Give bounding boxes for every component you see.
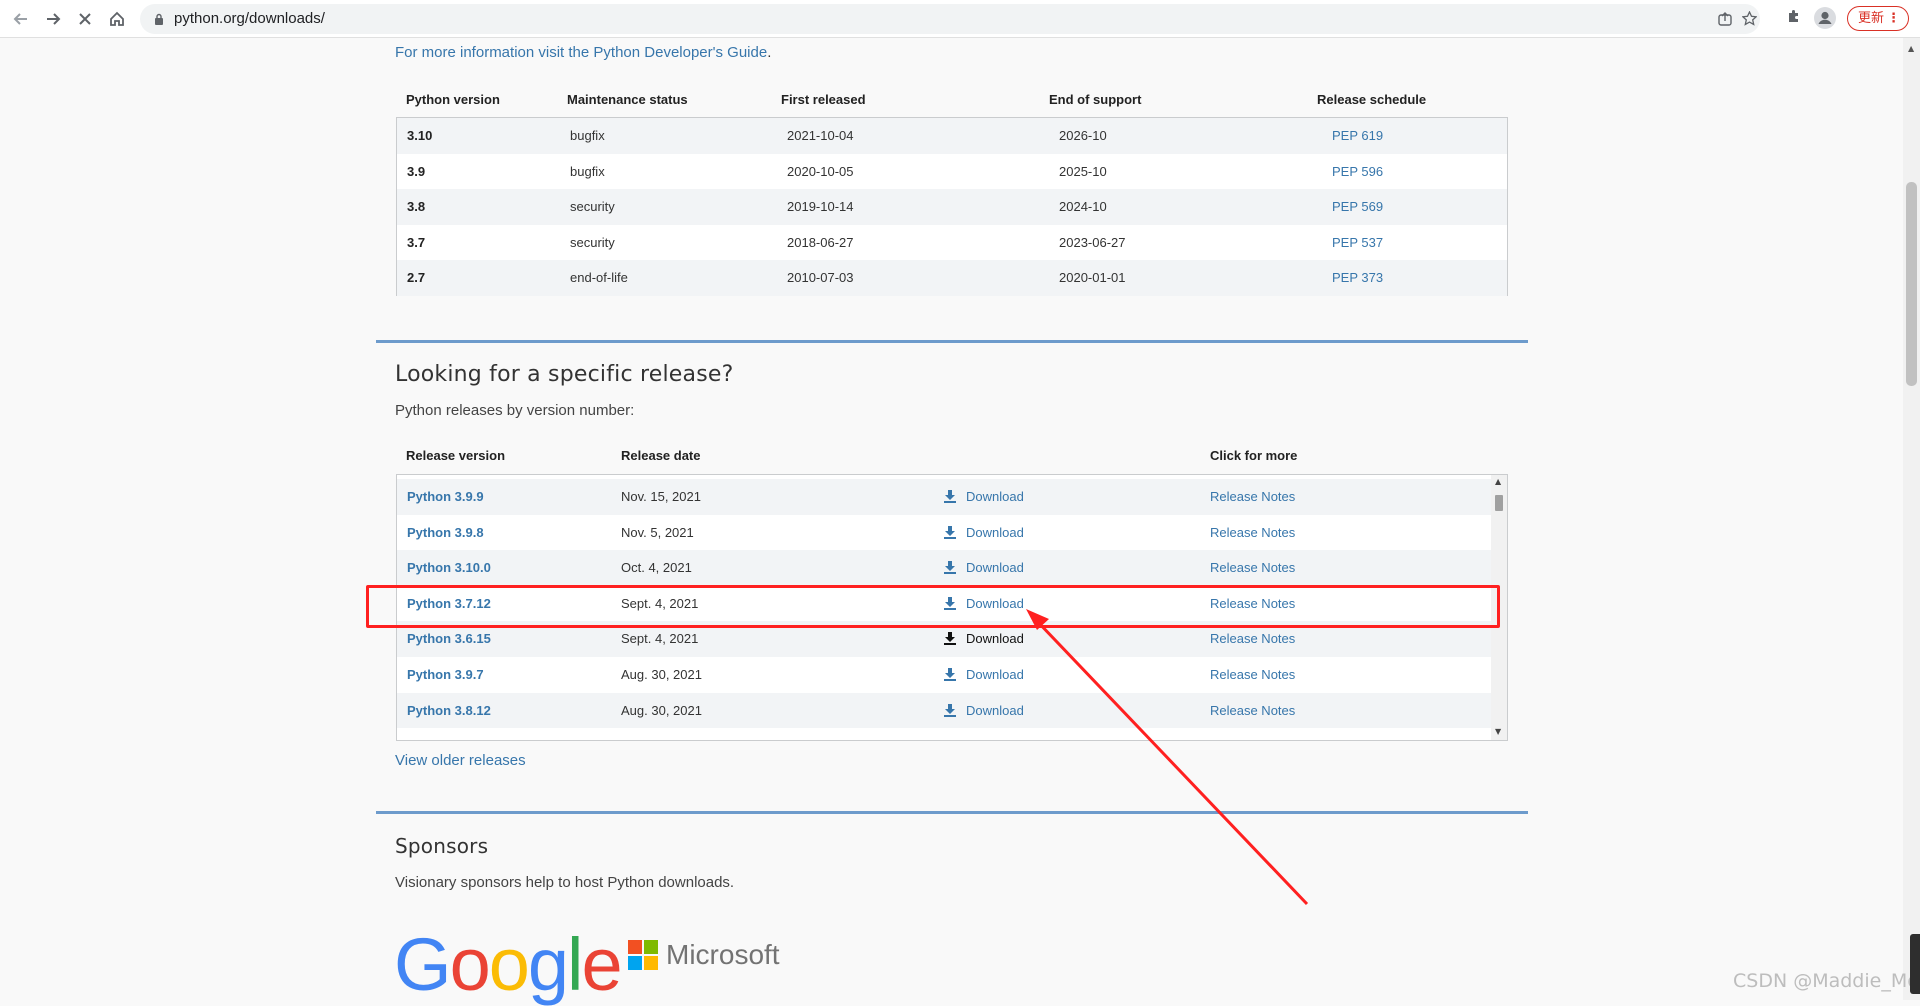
page-scrollbar[interactable]: ▲ [1903,38,1920,1000]
side-panel-handle[interactable] [1910,934,1920,994]
watermark-text: CSDN @Maddie_Mo [1733,970,1919,992]
page-scroll-up-icon[interactable]: ▲ [1908,44,1914,53]
annotation-arrow [1026,609,1309,906]
page-scroll-thumb[interactable] [1906,182,1917,386]
